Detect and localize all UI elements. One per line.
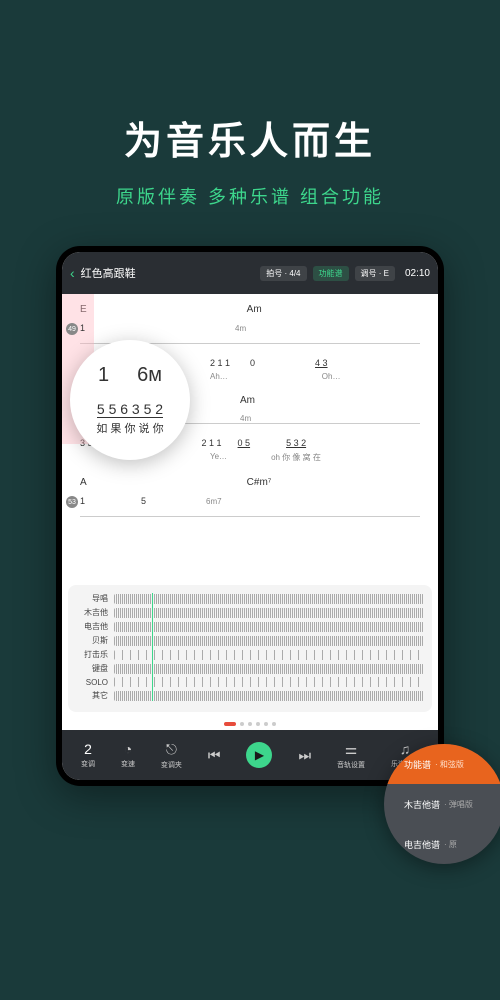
sheet-music-area[interactable]: E Am 49 1 4m 2 1 1 0 4 3 Ah… Oh… Am 4m <box>62 294 438 579</box>
capo-button[interactable]: ⎋ 变调夹 <box>161 741 182 770</box>
capo-icon: ⎋ <box>166 741 177 758</box>
popup-option-acoustic[interactable]: 木吉他谱 · 弹唱版 <box>384 784 500 824</box>
sheet-type-popup: 功能谱 · 和弦版 木吉他谱 · 弹唱版 电吉他谱 · 原 <box>384 744 500 864</box>
waveform[interactable] <box>114 664 424 674</box>
waveform[interactable] <box>114 691 424 701</box>
track-label[interactable]: 木吉他 <box>76 607 108 618</box>
tempo-label: 变速 <box>121 759 135 769</box>
popup-main: 电吉他谱 <box>404 838 440 851</box>
notation: 1 <box>80 496 85 506</box>
waveform[interactable] <box>114 636 424 646</box>
notation: 1 <box>80 323 85 333</box>
chord-label: A <box>80 477 87 488</box>
chord-label: C#m⁷ <box>247 477 272 488</box>
prev-icon[interactable]: ⏮ <box>208 747 221 764</box>
lyric: Oh… <box>322 372 341 381</box>
badge-key[interactable]: 调号 · E <box>355 266 395 281</box>
track-label[interactable]: 贝斯 <box>76 635 108 646</box>
sliders-icon: ⚌ <box>345 741 358 758</box>
popup-sub: · 原 <box>444 839 457 850</box>
dot[interactable] <box>256 722 260 726</box>
popup-option-electric[interactable]: 电吉他谱 · 原 <box>384 824 500 864</box>
notation: 5 3 2 <box>286 438 306 448</box>
waveform[interactable] <box>114 650 424 660</box>
notation: 5 <box>141 496 146 506</box>
time-display: 02:10 <box>405 268 430 279</box>
waveform[interactable] <box>114 622 424 632</box>
dot[interactable] <box>248 722 252 726</box>
waveform[interactable] <box>114 594 424 604</box>
measure-number: 49 <box>66 323 78 335</box>
song-title: 红色高跟鞋 <box>81 265 255 281</box>
popup-main: 功能谱 <box>404 758 431 771</box>
transpose-value: 2 <box>84 741 92 757</box>
hero-title: 为音乐人而生 <box>0 0 500 165</box>
chord-marking: 4m <box>240 414 420 423</box>
mag-notation: 6м <box>137 364 162 387</box>
lyric: Ah… <box>210 372 228 381</box>
tracks-panel: 导唱 木吉他 电吉他 贝斯 打击乐 键盘 SOLO 其它 <box>68 585 432 712</box>
waveform[interactable] <box>114 608 424 618</box>
track-label[interactable]: 打击乐 <box>76 649 108 660</box>
tracks-button[interactable]: ⚌ 音轨设置 <box>337 741 365 770</box>
lyric: Ye… <box>210 452 227 463</box>
capo-label: 变调夹 <box>161 760 182 770</box>
transpose-label: 变调 <box>81 759 95 769</box>
popup-main: 木吉他谱 <box>404 798 440 811</box>
track-label[interactable]: SOLO <box>76 678 108 687</box>
popup-sub: · 和弦版 <box>435 759 464 770</box>
player-bar: 2 变调 ◔ 变速 ⎋ 变调夹 ⏮ ▶ ⏭ ⚌ 音轨设置 ♫ 乐谱选择 <box>62 730 438 780</box>
dot[interactable] <box>240 722 244 726</box>
tracks-label: 音轨设置 <box>337 760 365 770</box>
page-dots[interactable] <box>62 718 438 730</box>
measure-number: 53 <box>66 496 78 508</box>
gauge-icon: ◔ <box>124 741 132 757</box>
track-label[interactable]: 电吉他 <box>76 621 108 632</box>
dot[interactable] <box>272 722 276 726</box>
notation: 0 5 <box>238 438 251 448</box>
back-icon[interactable]: ‹ <box>70 265 75 281</box>
chord-label: Am <box>247 304 262 315</box>
chord-marking: 4m <box>235 324 246 333</box>
track-label[interactable]: 其它 <box>76 690 108 701</box>
app-header: ‹ 红色高跟鞋 拍号 · 4/4 功能谱 调号 · E 02:10 <box>62 252 438 294</box>
staff-line <box>80 516 420 517</box>
dot-active[interactable] <box>224 722 236 726</box>
play-icon: ▶ <box>255 748 264 762</box>
track-label[interactable]: 导唱 <box>76 593 108 604</box>
magnifier-lens: 1 6м 5 5 6 3 5 2 如 果 你 说 你 <box>70 340 190 460</box>
mag-notation: 1 <box>98 364 109 387</box>
badge-meter[interactable]: 拍号 · 4/4 <box>260 266 306 281</box>
dot[interactable] <box>264 722 268 726</box>
app-screen: ‹ 红色高跟鞋 拍号 · 4/4 功能谱 调号 · E 02:10 E Am 4… <box>62 252 438 780</box>
chord-marking: 6m7 <box>206 497 222 506</box>
notation: 2 1 1 <box>202 438 222 448</box>
hero-subtitle: 原版伴奏 多种乐谱 组合功能 <box>0 183 500 209</box>
transpose-button[interactable]: 2 变调 <box>81 741 95 769</box>
badge-functional[interactable]: 功能谱 <box>313 266 349 281</box>
mag-lyric: 如 果 你 说 你 <box>96 420 163 436</box>
mag-notation: 5 5 6 3 5 2 <box>97 401 163 418</box>
next-icon[interactable]: ⏭ <box>298 747 311 764</box>
play-button[interactable]: ▶ <box>246 742 272 768</box>
lyric: oh 你 像 窝 在 <box>271 452 321 463</box>
notation: 4 3 <box>315 358 328 368</box>
tablet-frame: ‹ 红色高跟鞋 拍号 · 4/4 功能谱 调号 · E 02:10 E Am 4… <box>56 246 444 786</box>
track-label[interactable]: 键盘 <box>76 663 108 674</box>
tempo-button[interactable]: ◔ 变速 <box>121 741 135 769</box>
chord-label: Am <box>240 395 255 406</box>
notation: 2 1 1 <box>210 358 230 368</box>
popup-sub: · 弹唱版 <box>444 799 473 810</box>
waveform[interactable] <box>114 677 424 687</box>
notation: 0 <box>250 358 255 368</box>
playhead-line[interactable] <box>152 593 153 701</box>
